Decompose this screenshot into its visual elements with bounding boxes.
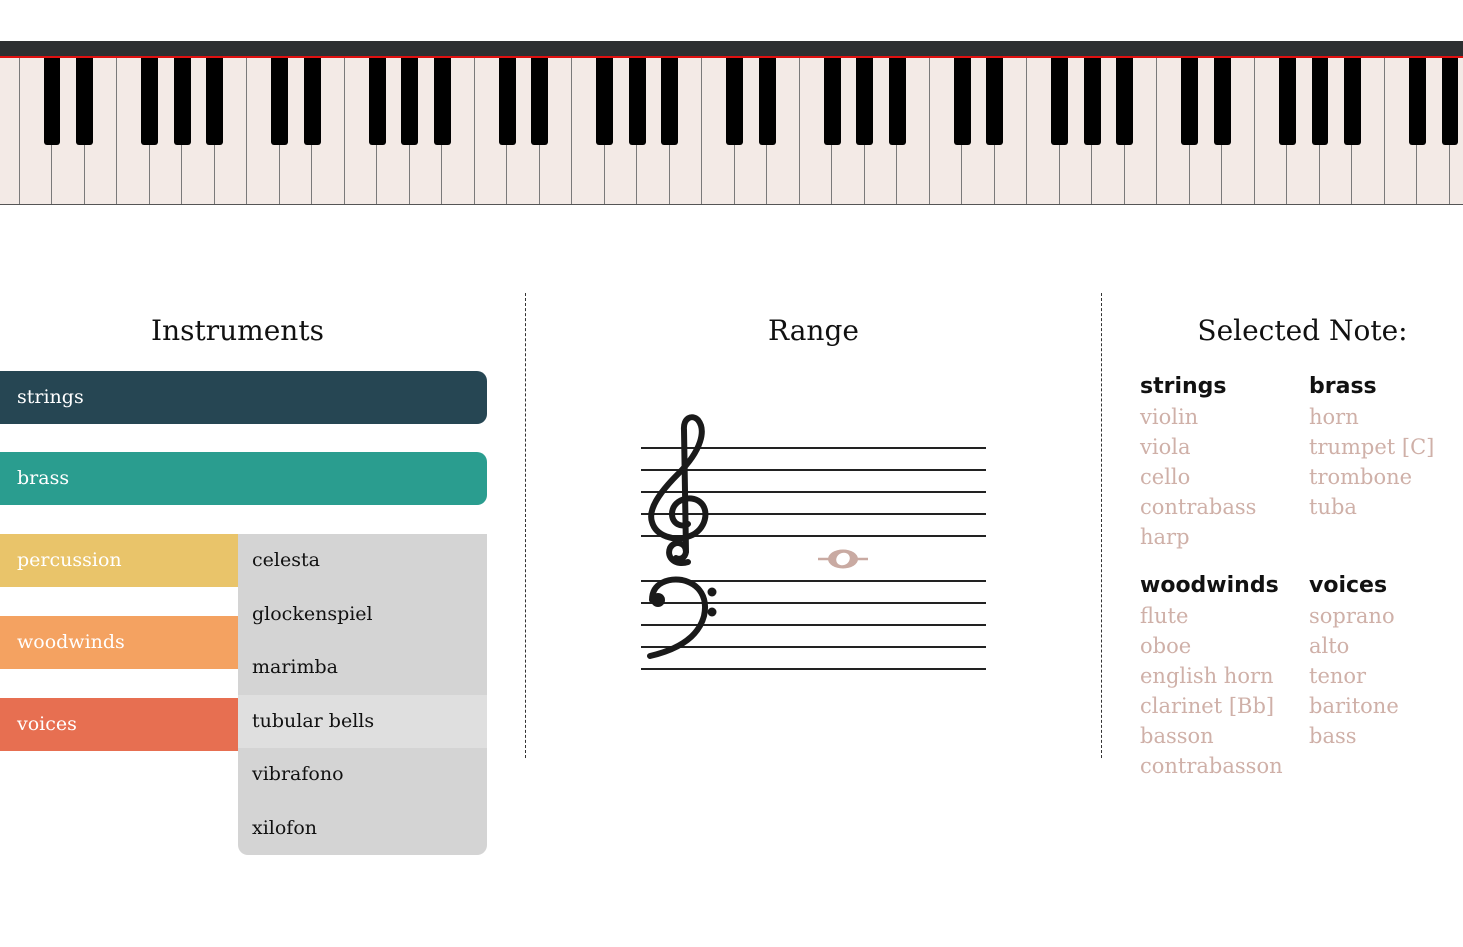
piano-top-bar: [0, 41, 1463, 57]
piano-black-key[interactable]: [823, 58, 841, 145]
bass-clef-icon: [647, 576, 717, 659]
family-button-brass[interactable]: brass: [0, 452, 487, 505]
selected-group-voices: voices soprano alto tenor baritone bass: [1309, 571, 1399, 751]
family-button-woodwinds[interactable]: woodwinds: [0, 616, 238, 669]
voice-tenor[interactable]: tenor: [1309, 661, 1399, 691]
percussion-submenu: celesta glockenspiel marimba tubular bel…: [238, 534, 487, 855]
divider-left: [525, 293, 526, 758]
instrument-cello[interactable]: cello: [1140, 462, 1256, 492]
family-button-voices[interactable]: voices: [0, 698, 238, 751]
instrument-clarinet[interactable]: clarinet [Bb]: [1140, 691, 1283, 721]
instrument-tuba[interactable]: tuba: [1309, 492, 1434, 522]
piano-black-key[interactable]: [758, 58, 776, 145]
voice-soprano[interactable]: soprano: [1309, 601, 1399, 631]
piano-black-key[interactable]: [856, 58, 874, 145]
instrument-horn[interactable]: horn: [1309, 402, 1434, 432]
selected-group-strings: strings violin viola cello contrabass ha…: [1140, 372, 1256, 552]
instrument-contrabasson[interactable]: contrabasson: [1140, 751, 1283, 781]
piano-black-key[interactable]: [271, 58, 289, 145]
voice-alto[interactable]: alto: [1309, 631, 1399, 661]
submenu-item-glockenspiel[interactable]: glockenspiel: [238, 588, 487, 642]
selected-note-title: Selected Note:: [1197, 314, 1408, 347]
instrument-trumpet[interactable]: trumpet [C]: [1309, 432, 1434, 462]
piano-black-key[interactable]: [1083, 58, 1101, 145]
piano-black-key[interactable]: [596, 58, 614, 145]
grand-staff: [641, 414, 986, 670]
piano-black-key[interactable]: [141, 58, 158, 145]
family-button-percussion[interactable]: percussion: [0, 534, 238, 587]
piano-black-key[interactable]: [433, 58, 451, 145]
submenu-item-tubular-bells[interactable]: tubular bells: [238, 694, 487, 748]
piano-black-key[interactable]: [43, 58, 61, 145]
submenu-item-xilofon[interactable]: xilofon: [238, 802, 487, 856]
group-heading-strings: strings: [1140, 374, 1227, 399]
instrument-oboe[interactable]: oboe: [1140, 631, 1283, 661]
piano-black-key[interactable]: [401, 58, 419, 145]
instrument-trombone[interactable]: trombone: [1309, 462, 1434, 492]
divider-right: [1101, 293, 1102, 758]
piano-black-key[interactable]: [888, 58, 906, 145]
piano-black-key[interactable]: [368, 58, 386, 145]
piano-black-key[interactable]: [986, 58, 1004, 145]
piano-black-key[interactable]: [1116, 58, 1134, 145]
piano-keyboard[interactable]: [0, 58, 1463, 205]
piano-black-key[interactable]: [1278, 58, 1296, 145]
piano-black-key[interactable]: [628, 58, 646, 145]
instrument-violin[interactable]: violin: [1140, 402, 1256, 432]
piano-black-key[interactable]: [1181, 58, 1199, 145]
instrument-viola[interactable]: viola: [1140, 432, 1256, 462]
submenu-item-celesta[interactable]: celesta: [238, 534, 487, 588]
piano-black-key[interactable]: [1213, 58, 1231, 145]
piano-white-key[interactable]: [0, 58, 20, 204]
piano-black-key[interactable]: [1311, 58, 1329, 145]
piano-black-key[interactable]: [726, 58, 744, 145]
instrument-flute[interactable]: flute: [1140, 601, 1283, 631]
piano-black-key[interactable]: [206, 58, 223, 145]
piano-black-key[interactable]: [76, 58, 93, 145]
piano-black-key[interactable]: [1051, 58, 1069, 145]
piano-black-key[interactable]: [1409, 58, 1426, 145]
group-heading-brass: brass: [1309, 374, 1377, 399]
piano-black-key[interactable]: [661, 58, 679, 145]
piano-black-key[interactable]: [953, 58, 971, 145]
instruments-title: Instruments: [151, 314, 324, 347]
piano-black-key[interactable]: [1344, 58, 1361, 145]
range-title: Range: [768, 314, 859, 347]
piano-black-key[interactable]: [303, 58, 321, 145]
group-heading-voices: voices: [1309, 573, 1388, 598]
piano-black-key[interactable]: [498, 58, 516, 145]
piano-black-key[interactable]: [173, 58, 191, 145]
selected-group-woodwinds: woodwinds flute oboe english horn clarin…: [1140, 571, 1283, 781]
voice-baritone[interactable]: baritone: [1309, 691, 1399, 721]
instrument-harp[interactable]: harp: [1140, 522, 1256, 552]
piano-black-key[interactable]: [531, 58, 549, 145]
instrument-basson[interactable]: basson: [1140, 721, 1283, 751]
submenu-item-marimba[interactable]: marimba: [238, 641, 487, 695]
instrument-contrabass[interactable]: contrabass: [1140, 492, 1256, 522]
group-heading-woodwinds: woodwinds: [1140, 573, 1279, 598]
whole-note-icon[interactable]: [818, 549, 868, 569]
voice-bass[interactable]: bass: [1309, 721, 1399, 751]
selected-group-brass: brass horn trumpet [C] trombone tuba: [1309, 372, 1434, 522]
family-button-strings[interactable]: strings: [0, 371, 487, 424]
instrument-english-horn[interactable]: english horn: [1140, 661, 1283, 691]
treble-clef-icon: [648, 414, 709, 566]
submenu-item-vibrafono[interactable]: vibrafono: [238, 748, 487, 802]
piano-black-key[interactable]: [1441, 58, 1459, 145]
